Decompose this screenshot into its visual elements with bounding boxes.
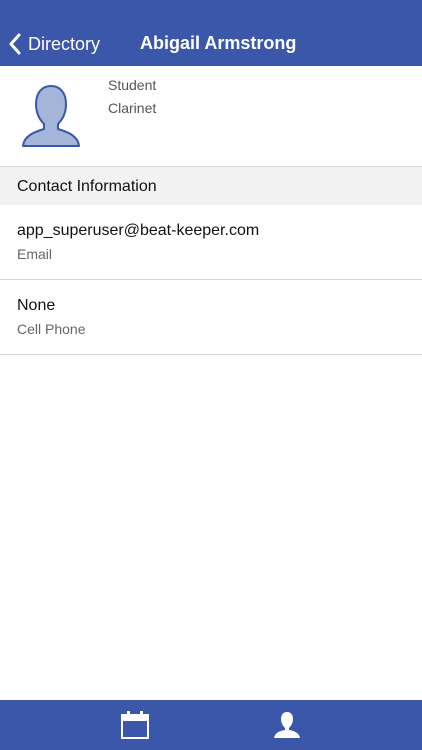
chevron-left-icon bbox=[9, 33, 21, 55]
back-button[interactable]: Directory bbox=[8, 30, 100, 58]
contact-row-cell-phone[interactable]: None Cell Phone bbox=[0, 280, 422, 355]
email-value: app_superuser@beat-keeper.com bbox=[17, 222, 260, 239]
calendar-icon bbox=[121, 711, 149, 739]
person-icon bbox=[274, 712, 300, 738]
person-silhouette-icon bbox=[22, 85, 80, 147]
tab-bar bbox=[0, 700, 422, 750]
cell-phone-value: None bbox=[17, 297, 56, 314]
contact-row-email[interactable]: app_superuser@beat-keeper.com Email bbox=[0, 205, 422, 280]
section-title: Contact Information bbox=[17, 178, 157, 195]
profile-role: Student bbox=[108, 77, 157, 93]
tab-profile[interactable] bbox=[262, 700, 312, 750]
tab-calendar[interactable] bbox=[110, 700, 160, 750]
cell-phone-label: Cell Phone bbox=[17, 321, 86, 337]
page-title: Abigail Armstrong bbox=[140, 33, 297, 53]
back-button-label: Directory bbox=[28, 33, 101, 54]
contact-section-header: Contact Information bbox=[0, 167, 422, 206]
email-label: Email bbox=[17, 246, 53, 262]
navigation-bar: Directory Abigail Armstrong bbox=[0, 0, 422, 66]
profile-instrument: Clarinet bbox=[108, 100, 157, 116]
profile-header: Student Clarinet bbox=[0, 66, 422, 167]
